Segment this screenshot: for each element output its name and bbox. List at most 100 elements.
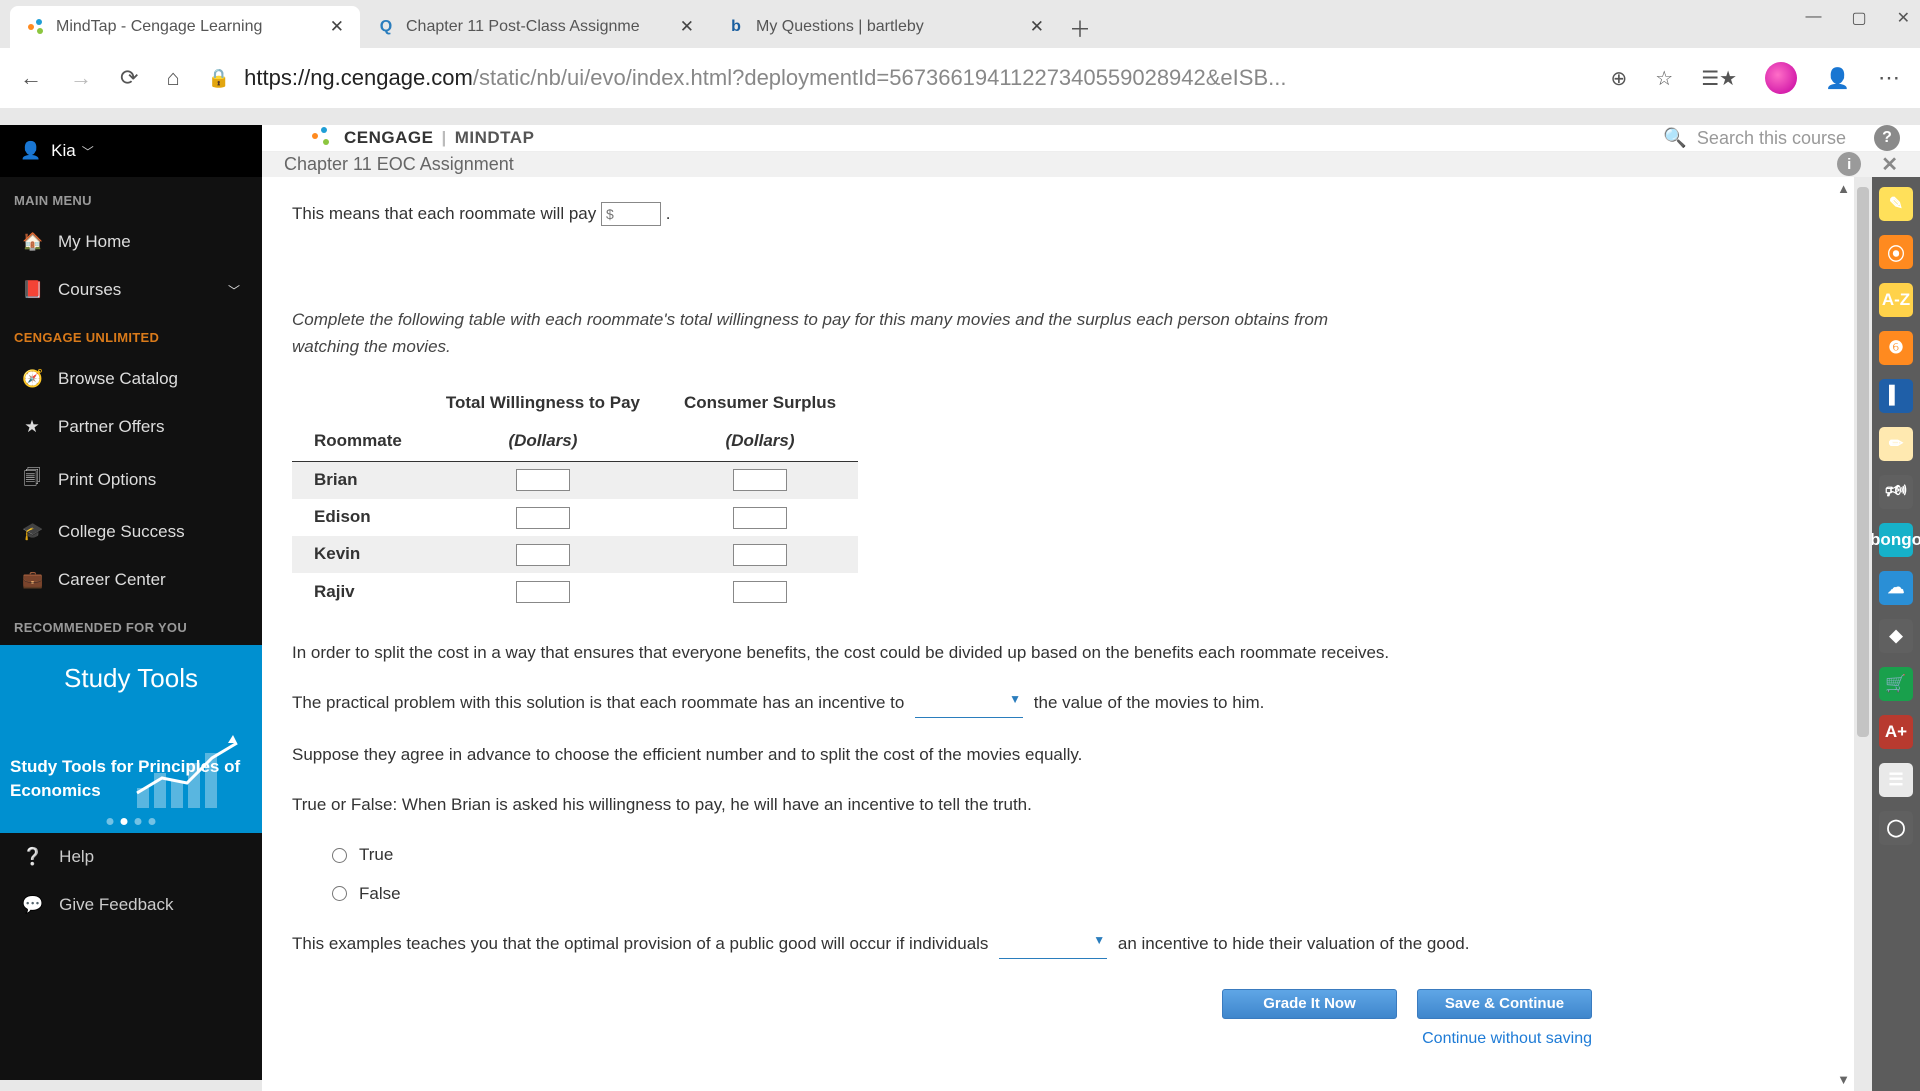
ebook-tool-icon[interactable]: ▍: [1879, 379, 1913, 413]
tab-close-icon[interactable]: ✕: [1030, 17, 1044, 37]
grade-it-now-button[interactable]: Grade It Now: [1222, 989, 1397, 1019]
scroll-up-icon[interactable]: ▲: [1837, 181, 1850, 196]
th-twp: Total Willingness to Pay: [424, 384, 662, 422]
carousel-dots[interactable]: [107, 818, 156, 825]
promo-study-tools[interactable]: Study Tools Study Tools for Principles o…: [0, 645, 262, 833]
favicon-q: Q: [376, 17, 396, 37]
cart-tool-icon[interactable]: 🛒: [1879, 667, 1913, 701]
nav-label: Browse Catalog: [58, 369, 178, 389]
twp-input[interactable]: [516, 469, 570, 491]
browser-tab-quiz[interactable]: Q Chapter 11 Post-Class Assignme ✕: [360, 6, 710, 48]
info-icon[interactable]: i: [1837, 152, 1861, 176]
tool-rail: ✎ ⦿ A-Z ❻ ▍ ✏ 🕬 bongo ☁ ◆ 🛒 A+ ☰ ◯: [1872, 177, 1920, 1091]
cs-input[interactable]: [733, 544, 787, 566]
home-icon[interactable]: ⌂: [166, 65, 179, 91]
nav-browse-catalog[interactable]: 🧭 Browse Catalog: [0, 355, 262, 403]
help-button[interactable]: ?: [1874, 125, 1900, 151]
outline-tool-icon[interactable]: ☰: [1879, 763, 1913, 797]
save-continue-button[interactable]: Save & Continue: [1417, 989, 1592, 1019]
content-scroll[interactable]: ▲ This means that each roommate will pay…: [262, 177, 1854, 1091]
tab-title: MindTap - Cengage Learning: [56, 18, 262, 36]
continue-without-saving-link[interactable]: Continue without saving: [292, 1027, 1592, 1052]
rss-tool-icon[interactable]: ⦿: [1879, 235, 1913, 269]
assignment-title: Chapter 11 EOC Assignment: [284, 154, 514, 175]
pay-amount-input[interactable]: [601, 202, 661, 226]
bongo-tool-icon[interactable]: bongo: [1879, 523, 1913, 557]
true-false-prompt: True or False: When Brian is asked his w…: [292, 792, 1592, 818]
nav-feedback[interactable]: 💬Give Feedback: [0, 881, 262, 929]
notes-tool-icon[interactable]: ✏: [1879, 427, 1913, 461]
brand-mindtap: MINDTAP: [455, 128, 535, 147]
url-field[interactable]: 🔒 https://ng.cengage.com/static/nb/ui/ev…: [208, 57, 1583, 99]
table-row: Brian: [292, 461, 858, 498]
cs-input[interactable]: [733, 507, 787, 529]
radio-false[interactable]: [332, 886, 347, 901]
twp-input[interactable]: [516, 581, 570, 603]
grades-tool-icon[interactable]: A+: [1879, 715, 1913, 749]
incentive-dropdown[interactable]: [915, 690, 1023, 717]
provision-dropdown[interactable]: [999, 931, 1107, 958]
cs-input[interactable]: [733, 469, 787, 491]
nav-help[interactable]: ❔Help: [0, 833, 262, 881]
nav-label: Print Options: [58, 470, 156, 490]
book-icon: 📕: [22, 280, 42, 300]
read-aloud-tool-icon[interactable]: 🕬: [1879, 475, 1913, 509]
radio-true[interactable]: [332, 848, 347, 863]
compass-icon: 🧭: [22, 369, 42, 389]
close-assignment-icon[interactable]: ✕: [1881, 152, 1898, 177]
home-icon: 🏠: [22, 232, 42, 252]
nav-print-options[interactable]: 🗐Print Options: [0, 451, 262, 508]
user-menu[interactable]: 👤 Kia ﹀ «: [0, 125, 262, 177]
twp-input[interactable]: [516, 544, 570, 566]
tab-close-icon[interactable]: ✕: [330, 17, 344, 37]
nav-college-success[interactable]: 🎓College Success: [0, 508, 262, 556]
profile-avatar[interactable]: [1765, 62, 1797, 94]
new-tab-button[interactable]: ＋: [1060, 8, 1100, 48]
refresh-icon[interactable]: ⟳: [120, 65, 138, 91]
cs-input[interactable]: [733, 581, 787, 603]
promo-title: Study Tools: [64, 663, 198, 694]
nav-courses[interactable]: 📕 Courses ﹀: [0, 266, 262, 314]
more-menu-icon[interactable]: ⋯: [1878, 65, 1900, 91]
main-menu-label: MAIN MENU: [0, 177, 262, 218]
nav-my-home[interactable]: 🏠 My Home: [0, 218, 262, 266]
roommate-name: Brian: [292, 461, 424, 498]
scrollbar-thumb[interactable]: [1857, 187, 1869, 737]
roommate-name: Rajiv: [292, 573, 424, 610]
radio-false-row[interactable]: False: [332, 881, 1592, 907]
chevron-down-icon: ﹀: [228, 282, 240, 299]
window-close-icon[interactable]: ✕: [1897, 8, 1910, 28]
favorites-list-icon[interactable]: ☰★: [1701, 66, 1737, 91]
promo-subtitle: Study Tools for Principles of Economics: [10, 755, 252, 803]
nav-label: Courses: [58, 280, 121, 300]
nav-partner-offers[interactable]: ★Partner Offers: [0, 403, 262, 451]
browser-tab-bartleby[interactable]: b My Questions | bartleby ✕: [710, 6, 1060, 48]
nav-career-center[interactable]: 💼Career Center: [0, 556, 262, 604]
forward-icon[interactable]: →: [70, 65, 92, 91]
highlighter-tool-icon[interactable]: ✎: [1879, 187, 1913, 221]
table-row: Rajiv: [292, 573, 858, 610]
support-tool-icon[interactable]: ◯: [1879, 811, 1913, 845]
back-icon[interactable]: ←: [20, 65, 42, 91]
browser-tab-mindtap[interactable]: MindTap - Cengage Learning ✕: [10, 6, 360, 48]
practical-post: the value of the movies to him.: [1034, 693, 1265, 712]
person-icon[interactable]: 👤: [1825, 66, 1850, 91]
table-intro: Complete the following table with each r…: [292, 307, 1342, 360]
search-course[interactable]: 🔍 Search this course: [1663, 126, 1846, 150]
window-controls: — ▢ ✕: [1805, 8, 1910, 28]
star-icon: ★: [22, 417, 42, 437]
radio-true-row[interactable]: True: [332, 842, 1592, 868]
google-drive-tool-icon[interactable]: ◆: [1879, 619, 1913, 653]
twp-input[interactable]: [516, 507, 570, 529]
window-maximize-icon[interactable]: ▢: [1851, 8, 1866, 28]
nav-label: Career Center: [58, 570, 166, 590]
favorite-star-icon[interactable]: ☆: [1655, 66, 1673, 91]
table-row: Kevin: [292, 536, 858, 573]
glossary-tool-icon[interactable]: A-Z: [1879, 283, 1913, 317]
citation-tool-icon[interactable]: ❻: [1879, 331, 1913, 365]
zoom-search-icon[interactable]: ⊕: [1611, 66, 1628, 91]
tab-close-icon[interactable]: ✕: [680, 17, 694, 37]
onedrive-tool-icon[interactable]: ☁: [1879, 571, 1913, 605]
window-minimize-icon[interactable]: —: [1805, 8, 1821, 28]
scrollbar[interactable]: [1854, 177, 1872, 1091]
